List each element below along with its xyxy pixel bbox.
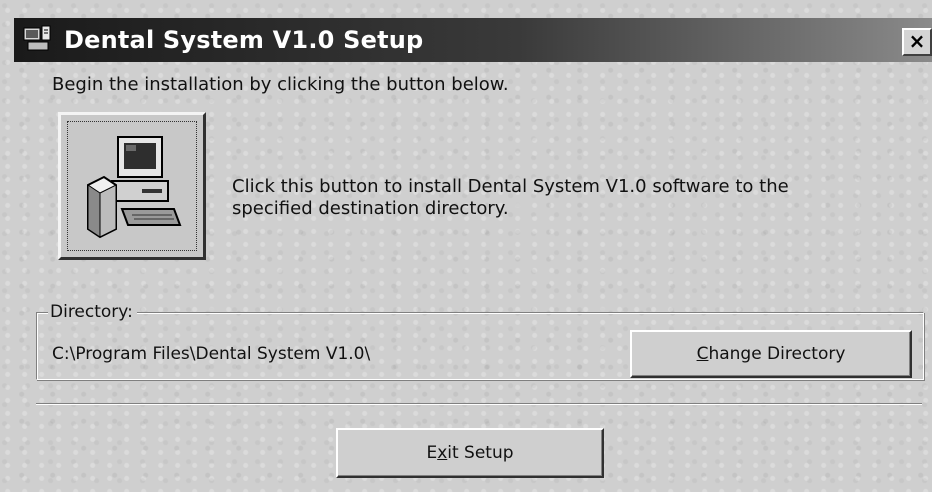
directory-path: C:\Program Files\Dental System V1.0\ — [52, 344, 371, 364]
exit-setup-button[interactable]: Ex it Setup — [336, 428, 604, 478]
install-button[interactable] — [58, 112, 206, 260]
close-button[interactable]: × — [902, 28, 932, 56]
title-bar[interactable]: Dental System V1.0 Setup × — [14, 18, 932, 62]
exit-accel: x — [437, 443, 448, 463]
change-directory-button[interactable]: Change Directory — [630, 330, 912, 378]
directory-label: Directory: — [48, 302, 137, 322]
setup-window: Dental System V1.0 Setup × Begin the ins… — [0, 0, 932, 492]
change-directory-label: hange Directory — [708, 344, 846, 364]
exit-label-pre: E — [426, 443, 438, 463]
install-description: Click this button to install Dental Syst… — [232, 176, 789, 219]
exit-label-post: it Setup — [447, 443, 514, 463]
instruction-text: Begin the installation by clicking the b… — [52, 74, 509, 95]
separator — [36, 403, 922, 405]
change-directory-accel: C — [696, 344, 709, 364]
window-title: Dental System V1.0 Setup — [64, 26, 424, 54]
close-icon: × — [908, 29, 926, 53]
setup-computer-icon — [22, 24, 54, 56]
focus-rectangle — [67, 121, 197, 251]
